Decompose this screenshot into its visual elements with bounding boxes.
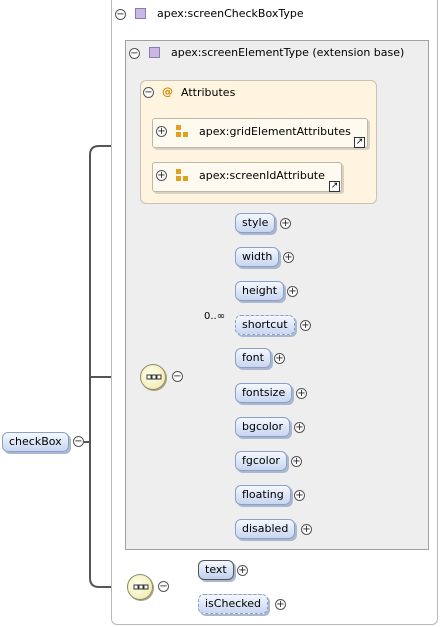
outer-type-label: apex:screenCheckBoxType xyxy=(157,7,304,20)
expand-toggle[interactable]: + xyxy=(291,456,302,467)
element-font[interactable]: font xyxy=(235,348,271,368)
expand-toggle[interactable]: + xyxy=(294,490,305,501)
attribute-group-label: apex:screenIdAttribute xyxy=(199,169,325,182)
expand-toggle[interactable]: + xyxy=(296,388,307,399)
sequence-compositor-icon[interactable] xyxy=(140,364,166,390)
cardinality-label: 0..∞ xyxy=(204,311,226,322)
collapse-toggle-root[interactable]: − xyxy=(73,436,84,447)
expand-toggle[interactable]: + xyxy=(294,422,305,433)
element-fontsize[interactable]: fontsize xyxy=(235,383,293,403)
sequence-icon xyxy=(146,374,162,380)
expand-toggle[interactable]: + xyxy=(287,286,298,297)
expand-toggle[interactable]: + xyxy=(300,320,311,331)
inner-type-label: apex:screenElementType (extension base) xyxy=(171,46,405,59)
element-ischecked[interactable]: isChecked xyxy=(198,594,268,614)
collapse-toggle-attributes[interactable]: − xyxy=(143,87,154,98)
sequence-icon xyxy=(133,584,149,590)
element-floating[interactable]: floating xyxy=(235,485,291,505)
expand-toggle[interactable]: + xyxy=(283,252,294,263)
collapse-toggle-inner-type[interactable]: − xyxy=(129,48,140,59)
element-style[interactable]: style xyxy=(235,213,276,233)
complex-type-icon xyxy=(135,8,146,19)
element-fgcolor[interactable]: fgcolor xyxy=(235,451,287,471)
sequence-compositor-icon[interactable] xyxy=(127,574,153,600)
expand-toggle[interactable]: + xyxy=(237,565,248,576)
attribute-group-icon xyxy=(176,125,188,137)
element-bgcolor[interactable]: bgcolor xyxy=(235,417,291,437)
expand-toggle[interactable]: + xyxy=(156,126,167,137)
expand-toggle[interactable]: + xyxy=(301,524,312,535)
expand-toggle[interactable]: + xyxy=(274,353,285,364)
expand-toggle[interactable]: + xyxy=(156,170,167,181)
element-height[interactable]: height xyxy=(235,281,285,301)
element-shortcut[interactable]: shortcut xyxy=(235,315,295,335)
complex-type-icon xyxy=(149,47,160,58)
external-link-icon[interactable]: ↗ xyxy=(354,137,365,148)
collapse-toggle-outer-type[interactable]: − xyxy=(115,9,126,20)
expand-toggle[interactable]: + xyxy=(280,218,291,229)
attribute-at-icon: @ xyxy=(162,85,173,98)
external-link-icon[interactable]: ↗ xyxy=(329,181,340,192)
attribute-group-icon xyxy=(176,169,188,181)
root-element-checkbox[interactable]: checkBox xyxy=(2,432,69,452)
collapse-toggle-sequence[interactable]: − xyxy=(172,371,183,382)
element-text[interactable]: text xyxy=(198,560,234,580)
attribute-group-label: apex:gridElementAttributes xyxy=(199,125,351,138)
element-disabled[interactable]: disabled xyxy=(235,519,296,539)
attributes-label: Attributes xyxy=(181,86,236,99)
expand-toggle[interactable]: + xyxy=(275,599,286,610)
element-width[interactable]: width xyxy=(235,247,280,267)
collapse-toggle-sequence[interactable]: − xyxy=(158,581,169,592)
